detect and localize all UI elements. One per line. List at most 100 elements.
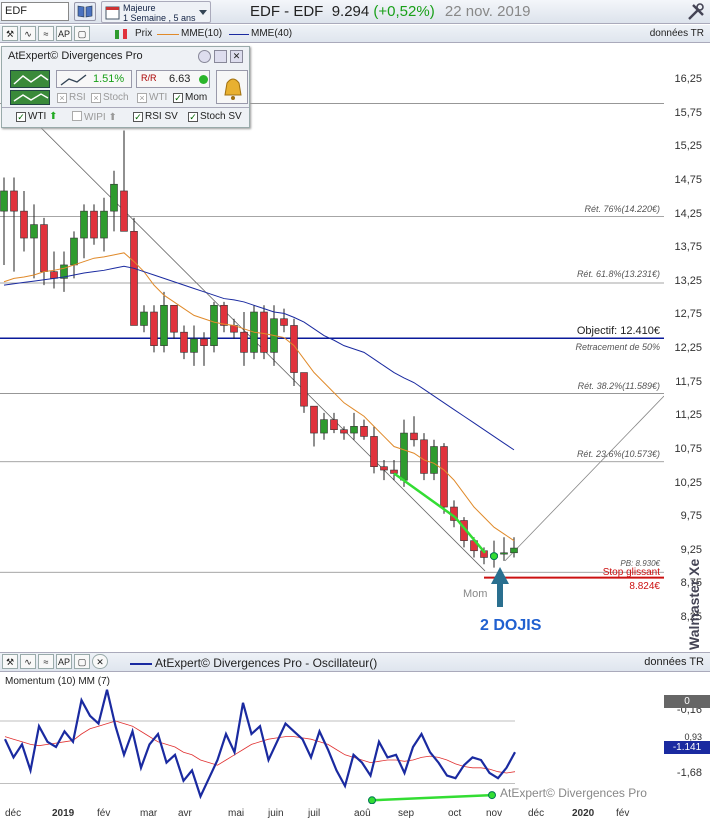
divergence-alt-icon[interactable] xyxy=(10,90,50,105)
price-tick: 13,25 xyxy=(674,274,702,287)
price-tick: 14,25 xyxy=(674,207,702,220)
candle-body xyxy=(200,338,208,346)
candle-icon xyxy=(115,29,127,39)
compare-icon[interactable]: ≈ xyxy=(38,26,54,41)
time-tick: oct xyxy=(448,808,462,819)
ap-icon[interactable]: AP xyxy=(56,26,72,41)
time-tick: fév xyxy=(616,808,630,819)
osc-divergence-point xyxy=(368,796,376,804)
rr-icon: R/R xyxy=(141,73,157,83)
title-name: EDF - EDF xyxy=(250,3,324,20)
time-axis: déc 2019 fév mar avr mai juin juil aoû sep oct nov d… xyxy=(0,804,664,824)
book-icon[interactable] xyxy=(74,2,96,21)
trend-icon xyxy=(60,74,87,86)
osc-axis: -0,16 0,93 -1,68 0 -1.141 xyxy=(664,673,710,804)
candle-body xyxy=(10,190,18,212)
osc-tick: -1,68 xyxy=(676,767,702,779)
legend-bar: ⚒ ∿ ≈ AP ▢ Prix MME(10) MME(40) données … xyxy=(0,25,710,43)
candle-body xyxy=(170,304,178,333)
check-wti-sv[interactable]: ✓ WTI ⬆ xyxy=(16,111,58,122)
pct-box: 1.51% xyxy=(56,70,132,88)
chart-title: EDF - EDF 9.294 (+0,52%) 22 nov. 2019 xyxy=(250,3,531,20)
period-line2: 1 Semaine , 5 ans xyxy=(123,13,196,23)
candle-body xyxy=(420,439,428,474)
osc-zero-badge: 0 xyxy=(664,695,710,708)
mom-annotation: Mom xyxy=(463,588,488,600)
wave-icon[interactable]: ∿ xyxy=(20,26,36,41)
title-date: 22 nov. 2019 xyxy=(444,3,531,20)
candle-body xyxy=(280,318,288,326)
candle-body xyxy=(260,311,268,353)
symbol-input[interactable]: EDF xyxy=(1,2,69,21)
candle-body xyxy=(400,432,408,481)
check-wti[interactable]: × WTI xyxy=(137,92,167,103)
legend-mme40: MME(40) xyxy=(251,28,293,39)
mme10-swatch xyxy=(157,34,179,35)
candle-body xyxy=(30,224,38,239)
level-ret618: Rét. 61.8%(13.231€) xyxy=(576,269,660,279)
close-icon[interactable]: ✕ xyxy=(230,50,243,63)
osc-wave-icon[interactable]: ∿ xyxy=(20,654,36,669)
settings-icon[interactable] xyxy=(214,50,227,63)
candle-body xyxy=(210,304,218,346)
osc-compare-icon[interactable]: ≈ xyxy=(38,654,54,669)
candle-body xyxy=(360,426,368,437)
osc-ap-icon[interactable]: AP xyxy=(56,654,72,669)
candle-body xyxy=(370,436,378,467)
candle-body xyxy=(80,210,88,239)
candle-body xyxy=(440,446,448,508)
candle-body xyxy=(300,372,308,407)
candle-body xyxy=(510,547,518,554)
candle-body xyxy=(430,446,438,474)
price-tick: 13,75 xyxy=(674,241,702,254)
mme40-swatch xyxy=(229,34,249,35)
divergences-panel: AtExpert© Divergences Pro ✕ 1.51% R/R 6.… xyxy=(1,46,250,128)
osc-tools-icon[interactable]: ⚒ xyxy=(2,654,18,669)
level-ret236: Rét. 23.6%(10.573€) xyxy=(576,449,660,459)
price-tick: 11,25 xyxy=(675,409,702,422)
bell-icon[interactable] xyxy=(216,70,248,104)
check-stoch[interactable]: × Stoch xyxy=(91,92,129,103)
candle-body xyxy=(110,183,118,212)
osc-window-icon[interactable]: ▢ xyxy=(74,654,90,669)
check-wipi[interactable]: WIPI ⬆ xyxy=(72,111,117,123)
tools-icon[interactable] xyxy=(686,2,706,22)
price-tick: 12,75 xyxy=(674,308,702,321)
candle-body xyxy=(500,552,508,555)
time-tick: fév xyxy=(97,808,111,819)
candle-body xyxy=(40,224,48,272)
tools-small-icon[interactable]: ⚒ xyxy=(2,26,18,41)
divergence-icon[interactable] xyxy=(10,70,50,88)
candle-body xyxy=(180,331,188,353)
candle-body xyxy=(340,429,348,434)
osc-close-icon[interactable]: ✕ xyxy=(92,654,108,669)
oscillator-bar: ⚒ ∿ ≈ AP ▢ ✕ AtExpert© Divergences Pro -… xyxy=(0,652,710,672)
check-rsi-sv[interactable]: ✓ RSI SV xyxy=(133,111,178,122)
chevron-down-icon xyxy=(199,10,207,15)
watermark: Walmaster Xe xyxy=(686,558,702,650)
candle-body xyxy=(330,419,338,430)
candle-body xyxy=(130,231,138,326)
check-rsi[interactable]: × RSI xyxy=(57,92,86,103)
period-selector[interactable]: Majeure 1 Semaine , 5 ans xyxy=(101,1,211,23)
time-tick: mar xyxy=(140,808,158,819)
osc-donnees-label: données TR xyxy=(644,656,704,668)
legend-prix: Prix xyxy=(135,28,153,39)
candle-body xyxy=(70,237,78,266)
pct-value: 1.51% xyxy=(93,73,125,85)
window-icon[interactable]: ▢ xyxy=(74,26,90,41)
check-stoch-sv[interactable]: ✓ Stoch SV xyxy=(188,111,242,122)
candle-body xyxy=(90,210,98,239)
refresh-icon[interactable] xyxy=(198,50,211,63)
top-toolbar: EDF Majeure 1 Semaine , 5 ans EDF - EDF … xyxy=(0,0,710,24)
panel-divider xyxy=(2,107,249,108)
time-tick: avr xyxy=(178,808,192,819)
panel-title: AtExpert© Divergences Pro xyxy=(8,50,143,62)
period-line1: Majeure xyxy=(123,3,156,13)
check-mom[interactable]: ✓ Mom xyxy=(173,92,207,103)
status-dot-icon xyxy=(199,75,208,84)
candle-body xyxy=(160,304,168,346)
divergence-point xyxy=(490,552,498,561)
candle-body xyxy=(320,419,328,434)
time-tick: 2019 xyxy=(52,808,75,819)
